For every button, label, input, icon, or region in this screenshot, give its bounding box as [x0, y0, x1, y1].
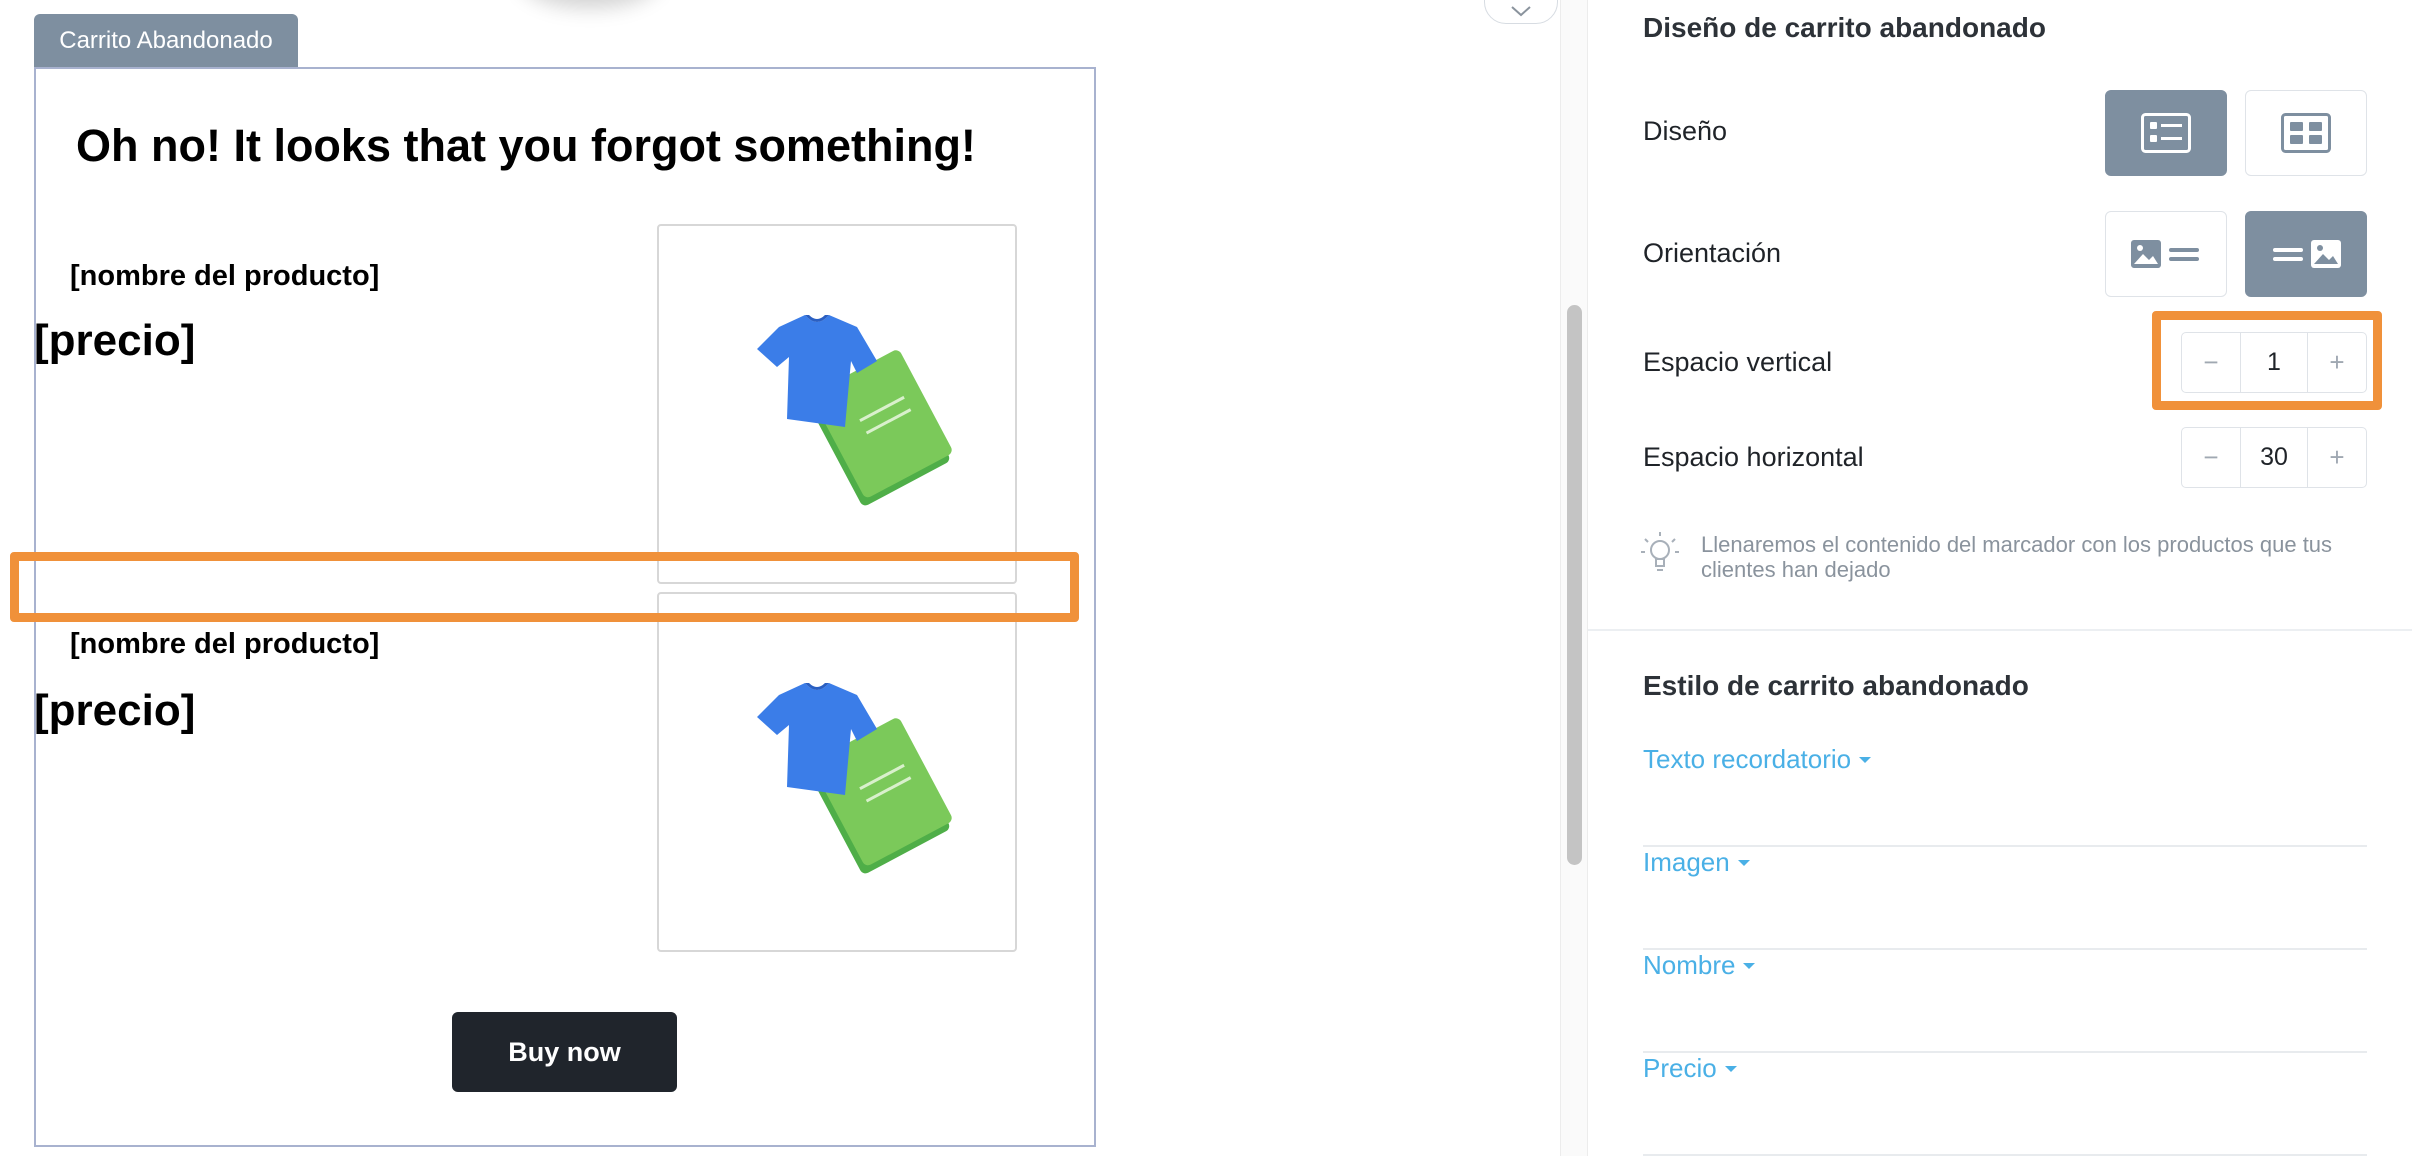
image-left-icon [2131, 240, 2199, 268]
accordion-nombre[interactable]: Nombre [1643, 950, 2367, 1053]
increment-button[interactable]: + [2308, 428, 2366, 487]
section-divider [1588, 629, 2412, 631]
lightbulb-icon [1641, 532, 1679, 571]
accordion-label[interactable]: Precio [1643, 1053, 1737, 1084]
tshirt-book-icon [757, 683, 952, 874]
accordion-label[interactable]: Nombre [1643, 950, 1756, 981]
block-tag[interactable]: Carrito Abandonado [34, 14, 298, 67]
grid-layout-icon [2281, 113, 2331, 153]
scrollbar-thumb[interactable] [1567, 305, 1582, 865]
accordion-label[interactable]: Imagen [1643, 847, 1750, 878]
tshirt-book-icon [757, 315, 952, 506]
collapse-button[interactable] [1484, 0, 1558, 24]
chevron-down-icon [1511, 6, 1531, 17]
product-name: [nombre del producto] [70, 628, 380, 660]
vertical-spacing-highlight [10, 552, 1079, 622]
caret-down-icon [1859, 756, 1872, 763]
accordion-imagen[interactable]: Imagen [1643, 847, 2367, 950]
list-layout-icon [2141, 113, 2191, 153]
settings-panel: Diseño de carrito abandonado Diseño Orie… [1588, 0, 2412, 1156]
email-heading: Oh no! It looks that you forgot somethin… [76, 120, 976, 171]
design-list-button[interactable] [2105, 90, 2227, 176]
decrement-button[interactable]: − [2182, 428, 2240, 487]
style-section-title: Estilo de carrito abandonado [1643, 670, 2029, 701]
orientation-image-left-button[interactable] [2105, 211, 2227, 297]
image-right-icon [2273, 240, 2341, 268]
design-grid-button[interactable] [2245, 90, 2367, 176]
horizontal-spacing-stepper: − 30 + [2181, 427, 2367, 488]
orientation-label: Orientación [1643, 238, 1782, 268]
caret-down-icon [1724, 1065, 1737, 1072]
product-name: [nombre del producto] [70, 260, 380, 292]
horizontal-spacing-value[interactable]: 30 [2240, 428, 2308, 487]
caret-down-icon [1743, 962, 1756, 969]
product-image [657, 224, 1017, 584]
accordion-texto-recordatorio[interactable]: Texto recordatorio [1643, 744, 2367, 847]
design-label: Diseño [1643, 116, 1728, 146]
accordion-precio[interactable]: Precio [1643, 1053, 2367, 1156]
vertical-spacing-label: Espacio vertical [1643, 347, 1833, 377]
email-editor-canvas: Carrito Abandonado Oh no! It looks that … [0, 0, 1560, 1156]
product-image [657, 592, 1017, 952]
caret-down-icon [1737, 859, 1750, 866]
hint-text: Llenaremos el contenido del marcador con… [1701, 532, 2333, 582]
buy-now-button[interactable]: Buy now [452, 1012, 677, 1092]
product-price: [precio] [34, 316, 196, 365]
orientation-image-right-button[interactable] [2245, 211, 2367, 297]
stepper-highlight [2152, 311, 2382, 410]
accordion-label[interactable]: Texto recordatorio [1643, 744, 1872, 775]
product-price: [precio] [34, 686, 196, 735]
horizontal-spacing-label: Espacio horizontal [1643, 442, 1864, 472]
design-section-title: Diseño de carrito abandonado [1643, 12, 2046, 43]
